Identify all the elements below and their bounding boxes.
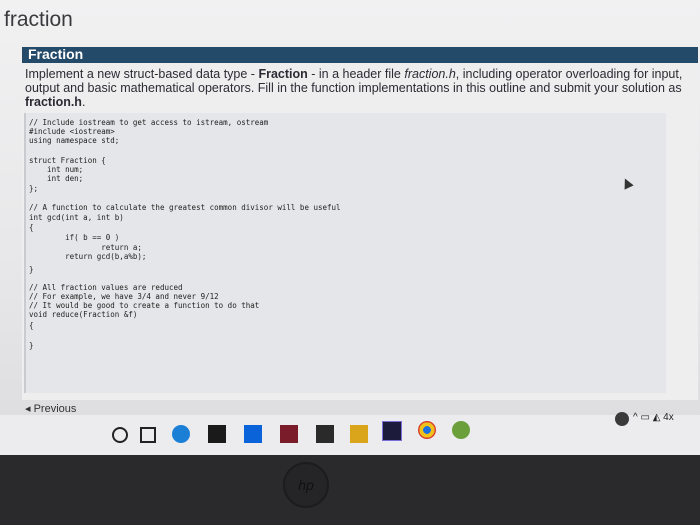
code-line: int gcd(int a, int b) bbox=[29, 213, 124, 222]
code-line: // Include iostream to get access to ist… bbox=[29, 118, 269, 127]
code-line: // It would be good to create a function… bbox=[29, 301, 260, 310]
screen: fraction Fraction Implement a new struct… bbox=[0, 0, 700, 455]
instructions-text-2: - in a header file bbox=[307, 67, 405, 81]
code-line: { bbox=[29, 321, 34, 330]
instructions: Implement a new struct-based data type -… bbox=[25, 67, 697, 109]
code-block[interactable]: // Include iostream to get access to ist… bbox=[24, 113, 666, 393]
code-line: // All fraction values are reduced bbox=[29, 283, 183, 292]
start-icon[interactable] bbox=[112, 427, 128, 443]
code-line: int den; bbox=[29, 174, 84, 183]
store-icon[interactable] bbox=[208, 425, 226, 443]
app-icon[interactable] bbox=[452, 421, 470, 439]
mail-icon[interactable] bbox=[316, 425, 334, 443]
code-line: // For example, we have 3/4 and never 9/… bbox=[29, 292, 219, 301]
code-line: if( b == 0 ) bbox=[29, 233, 120, 242]
code-line: struct Fraction { bbox=[29, 156, 106, 165]
instructions-text-4: . bbox=[81, 95, 86, 109]
taskbar: ^ ▭ ◭ 4x bbox=[0, 412, 700, 455]
code-line: // A function to calculate the greatest … bbox=[29, 203, 341, 212]
instructions-text-1: Implement a new struct-based data type - bbox=[25, 67, 259, 81]
code-line: } bbox=[29, 341, 34, 350]
file-explorer-icon[interactable] bbox=[350, 425, 368, 443]
code-line: return a; bbox=[29, 243, 142, 252]
content-area: Fraction Implement a new struct-based da… bbox=[22, 40, 698, 400]
edge-icon[interactable] bbox=[172, 425, 190, 443]
chrome-icon[interactable] bbox=[418, 421, 436, 439]
code-line: using namespace std; bbox=[29, 136, 120, 145]
onenote-icon[interactable] bbox=[280, 425, 298, 443]
code-line: void reduce(Fraction &f) bbox=[29, 310, 138, 319]
section-title: Fraction bbox=[28, 46, 84, 62]
section-header: Fraction bbox=[22, 46, 698, 63]
dropbox-icon[interactable] bbox=[244, 425, 262, 443]
premiere-icon[interactable] bbox=[382, 421, 402, 441]
code-line: int num; bbox=[29, 165, 84, 174]
previous-link[interactable]: ◂ Previous bbox=[25, 402, 76, 415]
system-tray[interactable]: ^ ▭ ◭ 4x bbox=[633, 412, 674, 423]
code-line: #include <iostream> bbox=[29, 127, 115, 136]
code-line: { bbox=[29, 223, 34, 232]
code-line: } bbox=[29, 265, 34, 274]
instructions-bold-2: fraction.h bbox=[25, 95, 82, 109]
code-line: return gcd(b,a%b); bbox=[29, 252, 147, 261]
instructions-bold-1: Fraction bbox=[258, 67, 308, 81]
notification-icon[interactable] bbox=[615, 412, 629, 426]
code-line: }; bbox=[29, 184, 39, 193]
instructions-italic: fraction.h bbox=[404, 67, 456, 81]
hp-logo: hp bbox=[283, 462, 329, 508]
task-view-icon[interactable] bbox=[140, 427, 156, 443]
page-title: fraction bbox=[4, 8, 73, 31]
